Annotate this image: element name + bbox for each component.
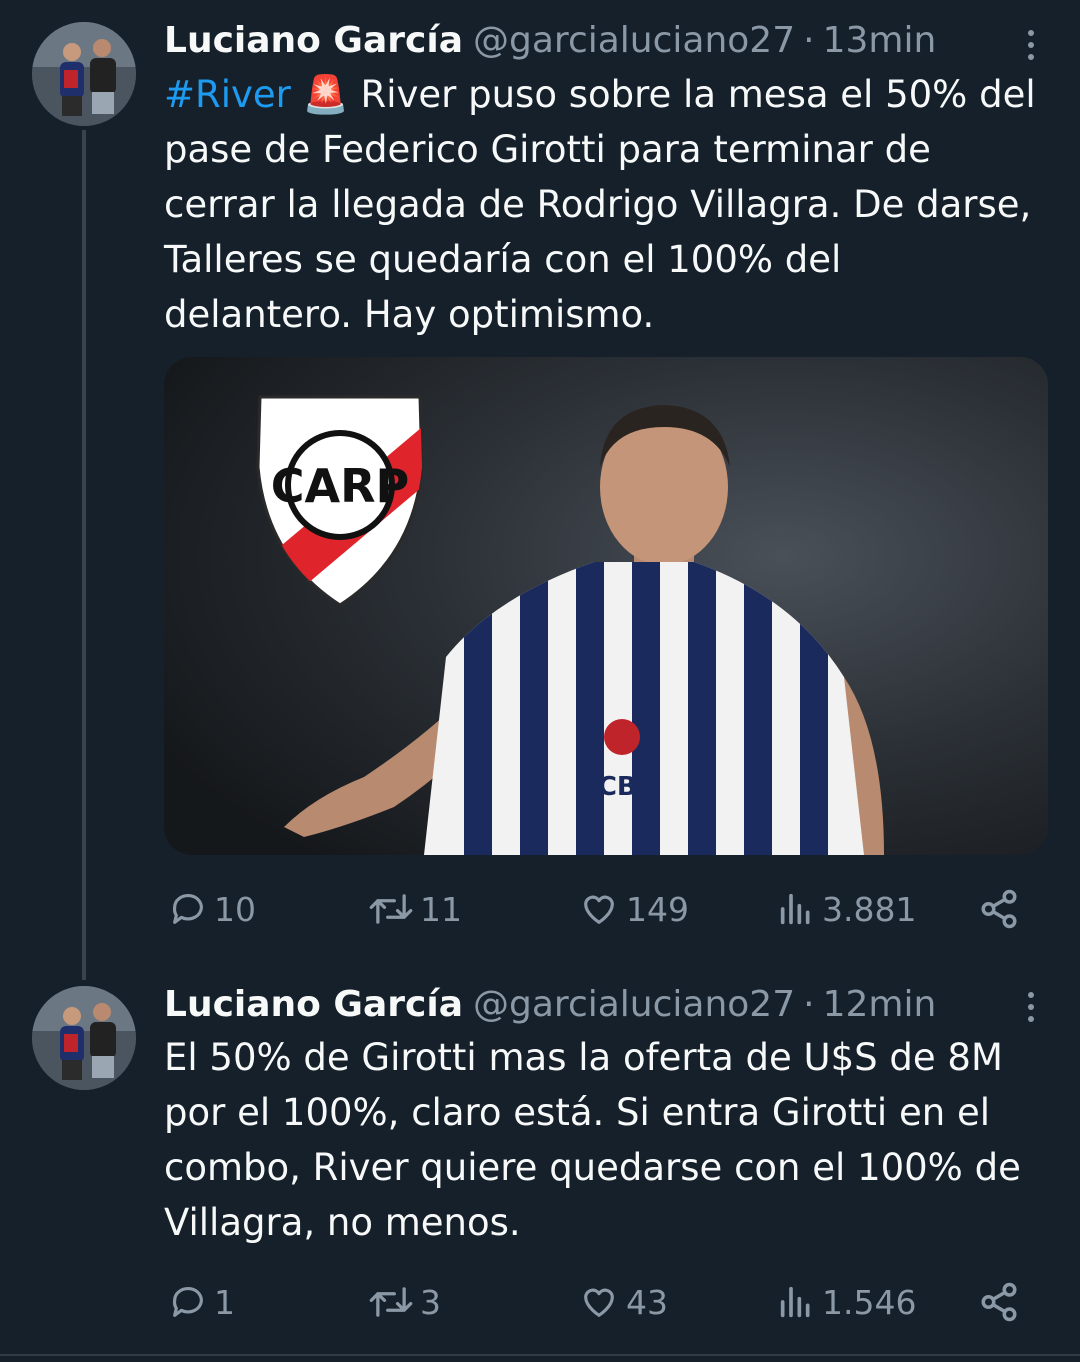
- like-button[interactable]: 149: [578, 884, 689, 934]
- share-button[interactable]: [978, 884, 1020, 934]
- views-icon: [780, 893, 810, 925]
- share-icon: [981, 1282, 1017, 1322]
- author-handle[interactable]: @garcialuciano27: [473, 984, 795, 1025]
- crest-text: CARP: [271, 459, 410, 513]
- retweet-icon: [369, 894, 413, 924]
- like-icon: [584, 1288, 614, 1317]
- views-button[interactable]: 3.881: [776, 884, 916, 934]
- share-icon: [981, 889, 1017, 929]
- separator: ·: [803, 983, 815, 1025]
- reply-button[interactable]: 10: [168, 884, 256, 934]
- tweet-text: #River 🚨 River puso sobre la mesa el 50%…: [164, 67, 1054, 342]
- views-count: 1.546: [822, 1282, 917, 1322]
- reply-button[interactable]: 1: [168, 1277, 235, 1327]
- retweet-count: 3: [420, 1282, 441, 1322]
- avatar[interactable]: [32, 22, 136, 126]
- timestamp[interactable]: 13min: [823, 20, 937, 61]
- tweet-actions: 10 11 149 3.881: [164, 884, 1044, 934]
- like-count: 43: [626, 1282, 668, 1322]
- jersey-sponsor: ICBC: [588, 772, 656, 802]
- like-count: 149: [626, 889, 689, 929]
- author-name[interactable]: Luciano García: [164, 20, 463, 61]
- views-count: 3.881: [822, 889, 917, 929]
- reply-icon: [172, 893, 203, 924]
- views-icon: [780, 1286, 810, 1318]
- reply-count: 10: [214, 889, 256, 929]
- more-icon[interactable]: [1024, 30, 1038, 60]
- retweet-button[interactable]: 11: [368, 884, 462, 934]
- divider: [0, 1354, 1080, 1356]
- like-button[interactable]: 43: [578, 1277, 668, 1327]
- thread-line: [82, 130, 86, 980]
- author-name[interactable]: Luciano García: [164, 984, 463, 1025]
- retweet-button[interactable]: 3: [368, 1277, 441, 1327]
- tweet-actions: 1 3 43 1.546: [164, 1277, 1044, 1327]
- views-button[interactable]: 1.546: [776, 1277, 916, 1327]
- retweet-icon: [369, 1287, 413, 1317]
- tweet[interactable]: Luciano García @garcialuciano27 · 13min …: [0, 0, 1080, 980]
- avatar[interactable]: [32, 986, 136, 1090]
- tweet-body: River puso sobre la mesa el 50% del pase…: [164, 73, 1036, 336]
- separator: ·: [803, 19, 815, 61]
- tweet-header: Luciano García @garcialuciano27 · 12min: [164, 983, 937, 1025]
- more-icon[interactable]: [1024, 992, 1038, 1022]
- tweet-text: El 50% de Girotti mas la oferta de U$S d…: [164, 1036, 1021, 1244]
- like-icon: [584, 895, 614, 924]
- reply-icon: [172, 1286, 203, 1317]
- hashtag-link[interactable]: #River: [164, 73, 291, 116]
- tweet-header: Luciano García @garcialuciano27 · 13min: [164, 19, 937, 61]
- author-handle[interactable]: @garcialuciano27: [473, 20, 795, 61]
- retweet-count: 11: [420, 889, 462, 929]
- timestamp[interactable]: 12min: [823, 984, 937, 1025]
- share-button[interactable]: [978, 1277, 1020, 1327]
- tweet-image[interactable]: CARP ICBC: [164, 357, 1048, 855]
- reply-count: 1: [214, 1282, 235, 1322]
- siren-emoji: 🚨: [302, 73, 349, 116]
